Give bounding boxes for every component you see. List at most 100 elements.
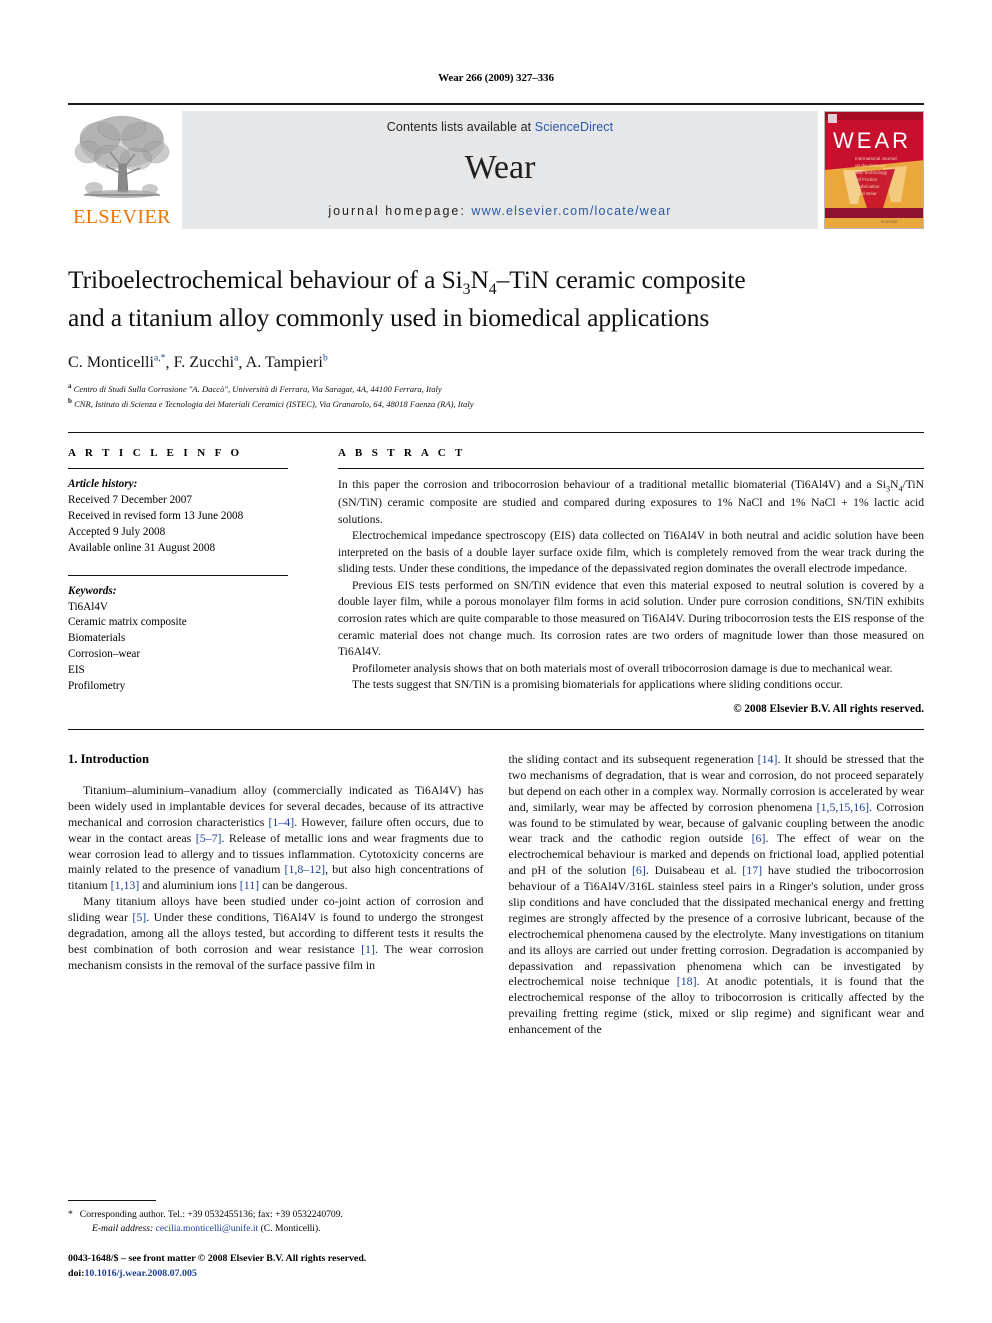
citation-ref[interactable]: [18]	[677, 974, 697, 988]
corresponding-author-text: Corresponding author. Tel.: +39 05324551…	[79, 1208, 343, 1220]
elsevier-tree-icon	[72, 112, 172, 206]
body-column-right: the sliding contact and its subsequent r…	[509, 752, 925, 1038]
citation-ref[interactable]: [1,13]	[111, 878, 140, 892]
abstract-copyright: © 2008 Elsevier B.V. All rights reserved…	[733, 702, 924, 715]
svg-text:and Technology: and Technology	[855, 170, 888, 175]
citation-ref[interactable]: [1]	[361, 942, 375, 956]
email-label: E-mail address:	[92, 1222, 154, 1234]
citation-ref[interactable]: [1,5,15,16]	[817, 800, 870, 814]
title-block: Triboelectrochemical behaviour of a Si3N…	[68, 263, 924, 410]
abstract-paragraph: Previous EIS tests performed on SN/TiN e…	[338, 578, 924, 659]
abstract-paragraph: Profilometer analysis shows that on both…	[352, 661, 893, 675]
affiliation-b: b CNR, Istituto di Scienza e Tecnologia …	[68, 396, 924, 411]
corresponding-author-note: * Corresponding author. Tel.: +39 0532455…	[68, 1208, 473, 1237]
keyword-item: Biomaterials	[68, 632, 126, 645]
citation-ref[interactable]: [11]	[240, 878, 259, 892]
paper-title-line-2: and a titanium alloy commonly used in bi…	[68, 302, 710, 332]
body-paragraph: the sliding contact and its subsequent r…	[508, 751, 925, 1037]
body-column-left: 1. Introduction Titanium–aluminium–vanad…	[68, 752, 484, 1038]
citation-ref[interactable]: [1–4]	[268, 815, 294, 829]
journal-homepage-link[interactable]: www.elsevier.com/locate/wear	[471, 204, 671, 218]
keywords-heading: Keywords:	[68, 584, 117, 597]
author-2-name: F. Zucchi	[173, 353, 235, 371]
contents-prefix: Contents lists available at	[386, 120, 535, 134]
email-suffix: (C. Monticelli).	[258, 1222, 321, 1234]
svg-text:ELSEVIER: ELSEVIER	[881, 220, 898, 224]
elsevier-wordmark: ELSEVIER	[73, 206, 171, 228]
affiliation-list: a Centro di Studi Sulla Corrosione "A. D…	[68, 381, 924, 410]
article-history-item: Accepted 9 July 2008	[68, 525, 166, 538]
article-body: 1. Introduction Titanium–aluminium–vanad…	[68, 728, 925, 1038]
author-2-marks: a	[234, 353, 239, 364]
journal-homepage-line: journal homepage: www.elsevier.com/locat…	[328, 204, 671, 218]
svg-text:and Wear: and Wear	[857, 191, 877, 196]
citation-ref[interactable]: [5–7]	[196, 831, 222, 845]
footnote-rule	[68, 1199, 156, 1201]
article-info-label: A R T I C L E I N F O	[68, 447, 243, 460]
citation-ref[interactable]: [6]	[632, 863, 646, 877]
affiliation-b-mark: b	[68, 396, 72, 405]
journal-title: Wear	[464, 149, 536, 186]
svg-text:Lubrication: Lubrication	[857, 184, 880, 189]
author-1-marks: a,*	[153, 353, 166, 364]
paper-title-line-1: Triboelectrochemical behaviour of a Si3N…	[68, 265, 746, 299]
abstract-paragraph: The tests suggest that SN/TiN is a promi…	[352, 678, 843, 692]
citation-ref[interactable]: [1,8–12]	[284, 862, 325, 876]
author-3: A. Tampierib	[246, 354, 328, 371]
affiliation-a-text: Centro di Studi Sulla Corrosione "A. Dac…	[73, 383, 442, 394]
citation-ref[interactable]: [6]	[752, 831, 766, 845]
affiliation-a: a Centro di Studi Sulla Corrosione "A. D…	[68, 381, 924, 396]
cover-artwork-icon: WEAR International Journal on the Scienc…	[825, 112, 923, 228]
keyword-item: Profilometry	[68, 680, 126, 693]
page-footnote: * Corresponding author. Tel.: +39 0532455…	[68, 1199, 473, 1282]
author-1-name: C. Monticelli	[68, 353, 154, 371]
body-paragraph: Titanium–aluminium–vanadium alloy (comme…	[68, 782, 484, 893]
svg-text:of Friction: of Friction	[857, 177, 878, 182]
citation-ref[interactable]: [14]	[758, 752, 778, 766]
info-abstract-section: A R T I C L E I N F O Article history: R…	[68, 432, 924, 715]
keywords-rule	[68, 574, 288, 576]
svg-text:on the Science: on the Science	[855, 163, 886, 168]
journal-masthead: ELSEVIER Contents lists available at Sci…	[68, 103, 924, 229]
keyword-item: EIS	[68, 664, 85, 677]
email-link[interactable]: cecilia.monticelli@unife.it	[156, 1223, 259, 1234]
elsevier-logo: ELSEVIER	[68, 111, 176, 229]
abstract-paragraph: In this paper the corrosion and tribocor…	[338, 478, 924, 526]
page-title: Triboelectrochemical behaviour of a Si3N…	[68, 263, 924, 335]
svg-text:WEAR: WEAR	[833, 128, 911, 153]
abstract-column: A B S T R A C T In this paper the corros…	[318, 447, 924, 715]
article-history-heading: Article history:	[68, 478, 138, 491]
keywords-group: Keywords: Ti6Al4V Ceramic matrix composi…	[68, 584, 288, 695]
author-3-name: A. Tampieri	[245, 353, 323, 371]
doi-label: doi:	[68, 1267, 85, 1279]
author-list: C. Monticellia,*, F. Zucchia, A. Tampier…	[68, 353, 328, 371]
asterisk-icon: *	[68, 1208, 73, 1220]
author-3-marks: b	[322, 353, 328, 364]
author-1: C. Monticellia,*	[68, 354, 165, 371]
abstract-rule	[338, 468, 924, 470]
sciencedirect-link[interactable]: ScienceDirect	[535, 120, 613, 134]
journal-cover-thumbnail: WEAR International Journal on the Scienc…	[824, 111, 924, 229]
keyword-item: Ti6Al4V	[68, 600, 109, 613]
svg-text:International Journal: International Journal	[855, 156, 897, 161]
journal-article-page: Wear 266 (2009) 327–336 ELSEVIER Content…	[0, 0, 992, 1323]
author-2: F. Zucchia	[174, 354, 239, 371]
article-info-rule	[68, 468, 288, 470]
imprint-block: 0043-1648/$ – see front matter © 2008 El…	[68, 1252, 473, 1281]
keyword-item: Corrosion–wear	[68, 648, 141, 661]
body-paragraph: Many titanium alloys have been studied u…	[68, 894, 484, 972]
affiliation-a-mark: a	[68, 381, 72, 390]
abstract-paragraph: Electrochemical impedance spectroscopy (…	[338, 529, 924, 576]
homepage-prefix: journal homepage:	[328, 204, 472, 218]
article-info-column: A R T I C L E I N F O Article history: R…	[68, 447, 318, 715]
doi-value[interactable]: 10.1016/j.wear.2008.07.005	[84, 1268, 196, 1279]
citation-ref[interactable]: [17]	[742, 863, 762, 877]
issn-front-matter: 0043-1648/$ – see front matter © 2008 El…	[68, 1253, 367, 1265]
keyword-item: Ceramic matrix composite	[68, 616, 187, 629]
doi-line: doi:10.1016/j.wear.2008.07.005	[68, 1267, 473, 1281]
contents-available-line: Contents lists available at ScienceDirec…	[387, 120, 613, 134]
affiliation-b-text: CNR, Istituto di Scienza e Tecnologia de…	[74, 398, 474, 409]
article-history-group: Article history: Received 7 December 200…	[68, 477, 288, 557]
citation-ref[interactable]: [5]	[132, 910, 146, 924]
article-history-item: Received 7 December 2007	[68, 494, 192, 506]
